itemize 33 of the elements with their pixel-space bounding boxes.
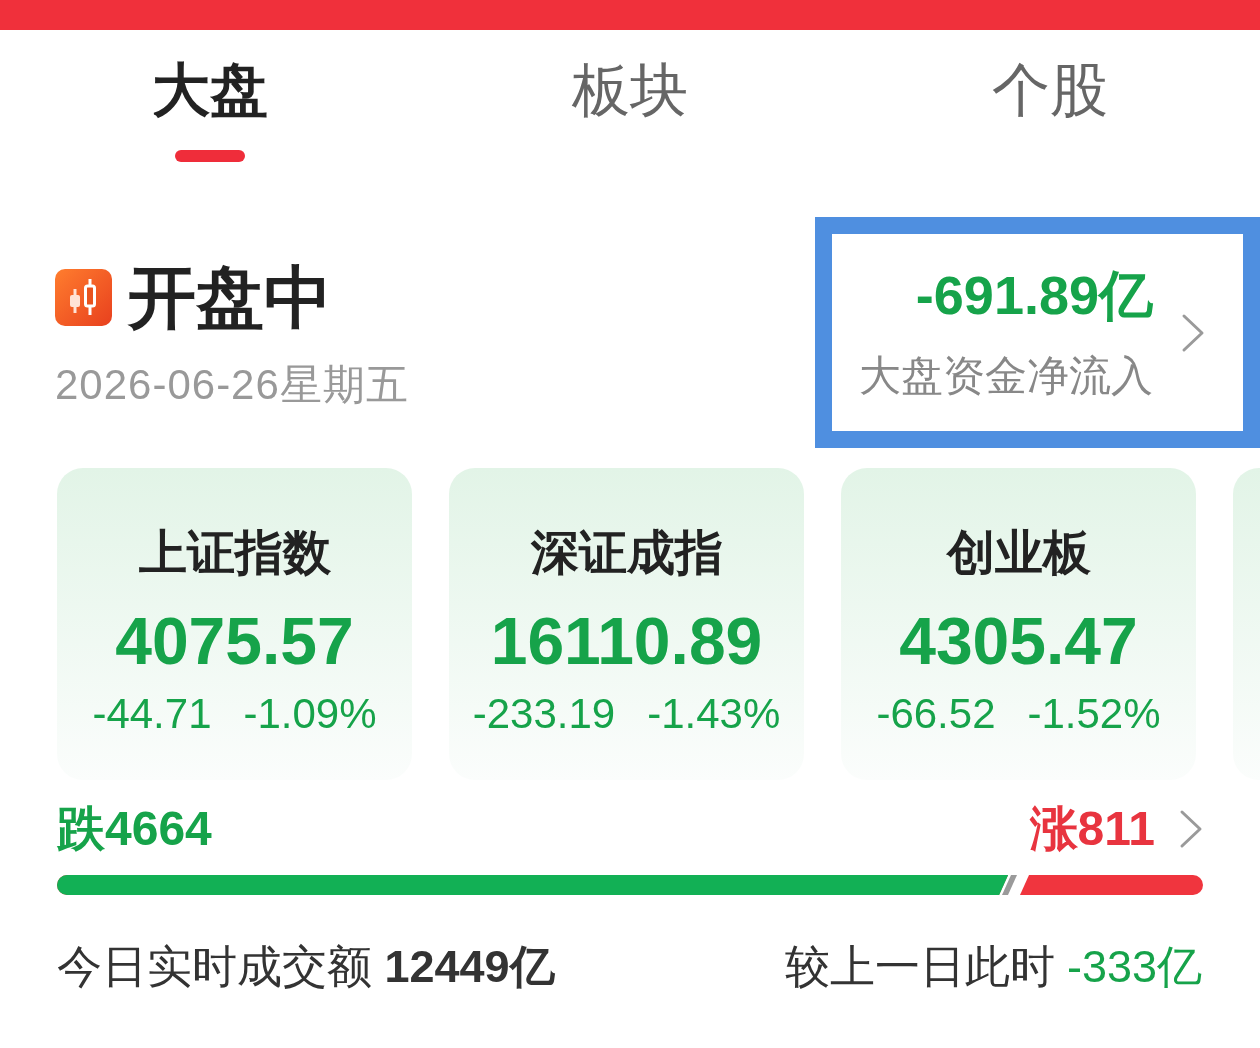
date-text: 2026-06-26星期五 [55,361,409,409]
candlestick-chart-icon [55,268,112,326]
net-inflow-value: -691.89亿 [915,264,1153,325]
tab[interactable]: 大盘 [152,58,268,162]
chevron-right-icon [1181,312,1205,353]
slash-divider-icon [999,875,1030,895]
market-status-label: 开盘中 [128,261,332,333]
index-value: 4075.57 [115,606,354,676]
advance-count: 涨811 [1029,801,1155,857]
index-change: -66.52 [876,690,996,738]
index-change: -44.71 [92,690,212,738]
tab[interactable]: 个股 [992,58,1108,162]
tab[interactable]: 板块 [572,58,688,162]
index-change: -233.19 [472,690,616,738]
index-name: 创业板 [946,525,1091,581]
index-change-percent: -1.52% [1027,690,1161,738]
index-change-percent: -1.43% [647,690,781,738]
index-card[interactable]: 创业板 4305.47 -66.52 -1.52% [841,468,1196,780]
index-name: 深证成指 [530,525,723,581]
turnover-text: 今日实时成交额 12449亿 [57,941,555,993]
index-card[interactable]: 上证指数 4075.57 -44.71 -1.09% [57,468,412,780]
index-change-percent: -1.09% [243,690,377,738]
index-value: 16110.89 [490,606,763,676]
index-value: 4305.47 [899,606,1138,676]
decline-count: 跌4664 [57,801,212,857]
net-inflow-label: 大盘资金净流入 [859,350,1153,401]
net-inflow-panel[interactable]: -691.89亿 大盘资金净流入 [815,217,1260,448]
index-name: 上证指数 [138,525,331,581]
chevron-right-icon[interactable] [1179,809,1203,849]
comparison-label: 较上一日此时 [784,941,1055,993]
comparison-value: -333亿 [1066,941,1202,993]
index-card[interactable]: 深证成指 16110.89 -233.19 -1.43% [449,468,804,780]
tab-indicator [175,150,245,162]
